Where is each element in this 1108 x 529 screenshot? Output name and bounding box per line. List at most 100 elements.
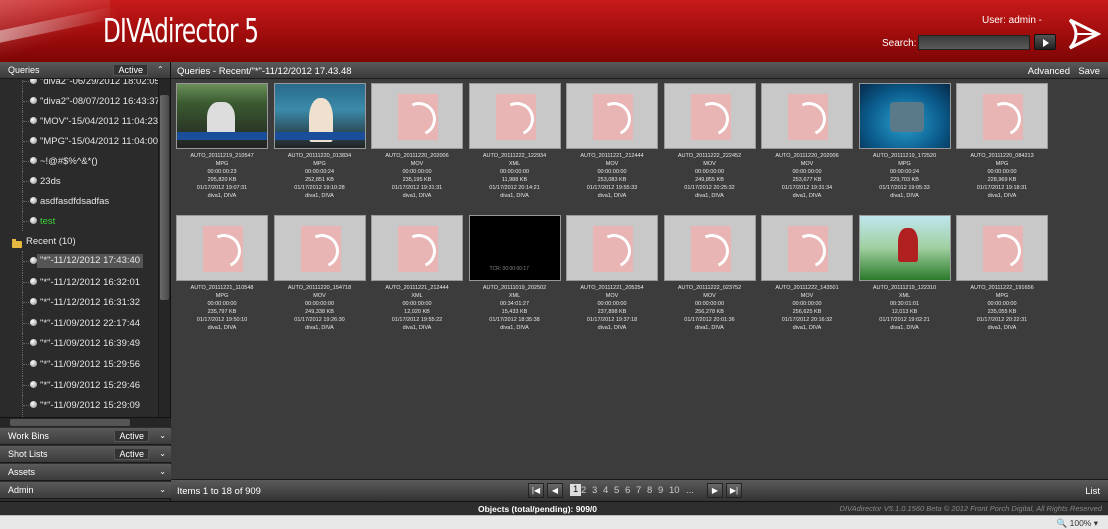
collapse-icon[interactable]: ⌃ — [157, 66, 165, 74]
search-input[interactable] — [918, 35, 1030, 50]
page-number[interactable]: 6 — [625, 485, 630, 496]
search-button[interactable] — [1034, 34, 1056, 50]
asset-thumbnail[interactable] — [371, 215, 463, 281]
list-view-link[interactable]: List — [1085, 486, 1100, 497]
asset-thumbnail[interactable] — [176, 83, 268, 149]
queries-horizontal-scrollbar[interactable] — [0, 417, 171, 427]
asset-tile[interactable]: AUTO_20111220_013834 MPG 00:00:00:24 252,85… — [273, 83, 366, 203]
query-item[interactable]: "MOV"-15/04/2012 11:04:23 — [0, 111, 158, 131]
query-item[interactable]: asdfasdfdsadfas — [0, 191, 158, 211]
asset-type: MPG — [898, 161, 911, 167]
query-item[interactable]: "diva2"-06/29/2012 18:02:05 — [0, 79, 158, 91]
page-number[interactable]: ... — [686, 485, 694, 496]
asset-tile[interactable]: AUTO_20111221_212444 MOV 00:00:00:00 253,08… — [566, 83, 658, 203]
scroll-thumb[interactable] — [160, 95, 169, 300]
work-bins-panel-header[interactable]: Work Bins Active ⌄ — [0, 428, 171, 445]
next-page-button[interactable]: ▶ — [707, 483, 723, 498]
expand-icon[interactable]: ⌄ — [159, 468, 166, 476]
asset-thumbnail[interactable] — [663, 83, 756, 149]
query-item[interactable]: 23ds — [0, 171, 158, 191]
expand-icon[interactable]: ⌄ — [159, 432, 166, 440]
asset-tile[interactable]: AUTO_20111220_084213 MPG 00:00:00:00 228,96… — [956, 83, 1048, 203]
page-number[interactable]: 2 — [581, 485, 586, 496]
recent-folder[interactable]: Recent (10) — [0, 233, 158, 249]
recent-query-item[interactable]: "*"-11/12/2012 16:31:32 — [0, 292, 158, 313]
asset-name: AUTO_20111220_202006 — [775, 153, 839, 159]
asset-tile[interactable]: AUTO_20111222_222452 MOV 00:00:00:00 249,85… — [663, 83, 756, 203]
asset-name: AUTO_20111220_013834 — [287, 153, 352, 159]
asset-thumbnail[interactable] — [663, 215, 756, 281]
first-page-button[interactable]: |◀ — [528, 483, 544, 498]
query-item[interactable]: ~!@#$%^&*() — [0, 151, 158, 171]
page-number[interactable]: 1 — [570, 484, 582, 496]
query-item[interactable]: "MPG"-15/04/2012 11:04:00 — [0, 131, 158, 151]
queries-scrollbar[interactable] — [158, 79, 170, 417]
asset-thumbnail[interactable]: TCR: 00:00:00:17 — [468, 215, 561, 281]
asset-tile[interactable]: TCR: 00:00:00:17 AUTO_20111019_202502 XML 0… — [468, 215, 561, 335]
asset-duration: 00:00:00:00 — [694, 301, 725, 307]
shot-lists-filter-select[interactable]: Active — [114, 448, 149, 460]
query-item[interactable]: test — [0, 211, 158, 231]
asset-tile[interactable]: AUTO_20111219_172520 MPG 00:00:00:24 229,70… — [858, 83, 951, 203]
zoom-level[interactable]: 🔍 100% ▾ — [1057, 518, 1098, 529]
recent-query-item[interactable]: "*"-11/09/2012 22:17:44 — [0, 312, 158, 333]
asset-tile[interactable]: AUTO_20111222_023752 MOV 00:00:00:00 256,27… — [663, 215, 756, 335]
asset-size: 235,195 KB — [402, 177, 432, 183]
asset-thumbnail[interactable] — [858, 83, 951, 149]
recent-folder-label: Recent (10) — [26, 236, 76, 247]
recent-query-item[interactable]: "*"-11/09/2012 15:29:56 — [0, 354, 158, 374]
asset-tile[interactable]: AUTO_20111222_122934 XML 00:00:00:00 11,988… — [468, 83, 561, 203]
asset-thumbnail[interactable] — [858, 215, 951, 281]
recent-query-item[interactable]: "*"-11/09/2012 15:29:46 — [0, 374, 158, 395]
asset-thumbnail[interactable] — [273, 215, 366, 281]
page-number[interactable]: 8 — [647, 485, 652, 496]
query-item[interactable]: "diva2"-08/07/2012 16:43:37 — [0, 91, 158, 111]
asset-tile[interactable]: AUTO_20111221_212444 XML 00:00:00:00 12,020… — [371, 215, 463, 335]
recent-query-item[interactable]: "*"-11/12/2012 17:43:40 — [0, 251, 158, 271]
asset-thumbnail[interactable] — [761, 83, 853, 149]
recent-query-item[interactable]: "*"-11/09/2012 16:39:49 — [0, 333, 158, 354]
recent-query-item[interactable]: "*"-11/12/2012 16:32:01 — [0, 271, 158, 292]
user-menu[interactable]: User: admin - — [982, 15, 1042, 26]
page-number[interactable]: 10 — [669, 485, 680, 496]
asset-thumbnail[interactable] — [956, 215, 1048, 281]
asset-tile[interactable]: AUTO_20111220_202006 MOV 00:00:00:00 235,19… — [371, 83, 463, 203]
save-query-link[interactable]: Save — [1078, 66, 1100, 77]
last-page-button[interactable]: ▶| — [726, 483, 742, 498]
page-number[interactable]: 7 — [636, 485, 641, 496]
admin-panel-header[interactable]: Admin ⌄ — [0, 482, 171, 499]
recent-query-item[interactable]: "*"-11/09/2012 15:29:09 — [0, 395, 158, 416]
asset-tile[interactable]: AUTO_20111219_210547 MPG 00:00:00:23 295,82… — [176, 83, 268, 203]
page-number[interactable]: 5 — [614, 485, 619, 496]
asset-tile[interactable]: AUTO_20111221_110548 MPG 00:00:00:00 235,79… — [176, 215, 268, 335]
asset-meta: AUTO_20111221_205254 MOV 00:00:00:00 237,89… — [566, 284, 658, 332]
asset-tile[interactable]: AUTO_20111221_205254 MOV 00:00:00:00 237,89… — [566, 215, 658, 335]
prev-page-button[interactable]: ◀ — [547, 483, 563, 498]
asset-thumbnail[interactable] — [566, 215, 658, 281]
asset-tile[interactable]: AUTO_20111222_143501 MOV 00:00:00:00 256,62… — [761, 215, 853, 335]
shot-lists-panel-header[interactable]: Shot Lists Active ⌄ — [0, 446, 171, 463]
asset-tile[interactable]: AUTO_20111220_202006 MOV 00:00:00:00 253,67… — [761, 83, 853, 203]
asset-tile[interactable]: AUTO_20111219_122310 XML 00:30:01:01 12,013… — [858, 215, 951, 335]
asset-thumbnail[interactable] — [371, 83, 463, 149]
assets-panel-header[interactable]: Assets ⌄ — [0, 464, 171, 481]
expand-icon[interactable]: ⌄ — [159, 486, 166, 494]
page-number[interactable]: 4 — [603, 485, 608, 496]
queries-filter-select[interactable]: Active — [113, 64, 148, 76]
search-label: Search: — [882, 38, 917, 49]
asset-tile[interactable]: AUTO_20111222_191656 MPG 00:00:00:00 235,05… — [956, 215, 1048, 335]
page-number[interactable]: 9 — [658, 485, 663, 496]
page-number[interactable]: 3 — [592, 485, 597, 496]
asset-thumbnail[interactable] — [176, 215, 268, 281]
asset-tile[interactable]: AUTO_20111220_154718 MOV 00:00:00:00 249,33… — [273, 215, 366, 335]
asset-thumbnail[interactable] — [761, 215, 853, 281]
expand-icon[interactable]: ⌄ — [159, 450, 166, 458]
queries-panel-header[interactable]: Queries Active ⌃ — [0, 62, 170, 79]
asset-thumbnail[interactable] — [468, 83, 561, 149]
asset-thumbnail[interactable] — [273, 83, 366, 149]
asset-thumbnail[interactable] — [566, 83, 658, 149]
work-bins-filter-select[interactable]: Active — [114, 430, 149, 442]
asset-thumbnail[interactable] — [956, 83, 1048, 149]
scroll-thumb[interactable] — [10, 419, 130, 426]
advanced-search-link[interactable]: Advanced — [1028, 66, 1070, 77]
